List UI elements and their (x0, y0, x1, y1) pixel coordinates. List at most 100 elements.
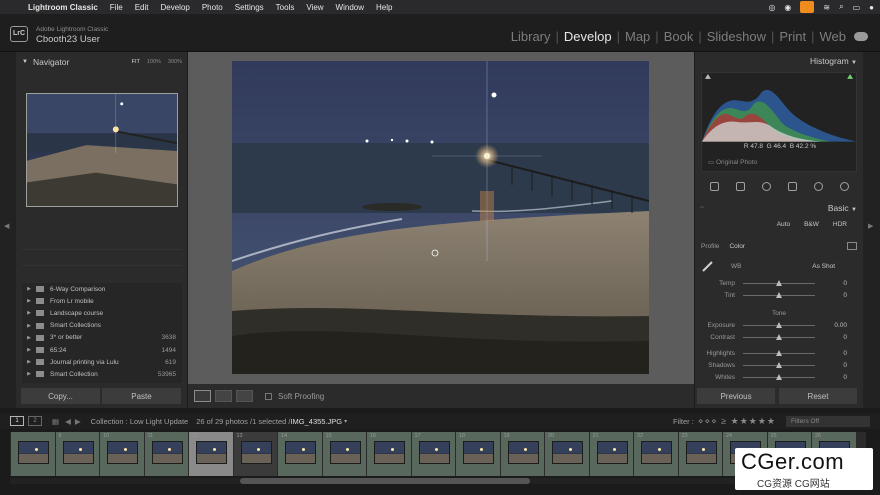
filmstrip-thumbnail[interactable] (240, 441, 272, 464)
navigator-preview[interactable] (26, 93, 178, 207)
menu-settings[interactable]: Settings (229, 3, 270, 12)
before-after-icon[interactable] (215, 390, 232, 402)
module-slideshow[interactable]: Slideshow (707, 29, 766, 44)
image-canvas[interactable] (188, 52, 694, 384)
loupe-view-icon[interactable] (194, 390, 211, 402)
zoom-100[interactable]: 100% (147, 59, 161, 65)
eyedropper-icon[interactable] (701, 259, 715, 273)
wb-select[interactable]: As Shot (812, 263, 835, 270)
bw-button[interactable]: B&W (804, 221, 819, 228)
filmstrip-cell[interactable]: 22 (633, 432, 678, 476)
reset-button[interactable]: Reset (779, 388, 857, 404)
menu-tools[interactable]: Tools (270, 3, 301, 12)
filmstrip-thumbnail[interactable] (596, 441, 628, 464)
tint-slider[interactable]: Tint 0 (701, 290, 857, 301)
filmstrip-thumbnail[interactable] (507, 441, 539, 464)
module-map[interactable]: Map (625, 29, 650, 44)
main-screen-button[interactable]: 1 (10, 416, 24, 426)
collection-row[interactable]: ▶ 6-Way Comparison (22, 283, 182, 295)
collection-row[interactable]: ▶ 3* or better 3638 (22, 332, 182, 344)
collection-row[interactable]: ▶ Smart Collections (22, 320, 182, 332)
module-print[interactable]: Print (779, 29, 806, 44)
scrollbar-thumb[interactable] (240, 478, 530, 484)
menu-view[interactable]: View (300, 3, 329, 12)
filmstrip-cell[interactable]: 12 (188, 432, 233, 476)
menu-file[interactable]: File (104, 3, 129, 12)
module-web[interactable]: Web (820, 29, 847, 44)
highlights-slider[interactable]: Highlights 0 (701, 348, 857, 359)
soft-proofing-checkbox[interactable] (265, 392, 272, 400)
filmstrip-thumbnail[interactable] (418, 441, 450, 464)
grid-view-icon[interactable]: ▦ (52, 417, 59, 426)
filmstrip-cell[interactable]: 17 (410, 432, 455, 476)
left-panel-toggle[interactable]: ◀ (0, 52, 16, 408)
paste-button[interactable]: Paste (102, 388, 181, 404)
filmstrip-cell[interactable]: 16 (366, 432, 411, 476)
profile-browser-icon[interactable] (847, 242, 857, 250)
zoom-300[interactable]: 300% (168, 59, 182, 65)
filmstrip-thumbnail[interactable] (62, 441, 94, 464)
filmstrip-cell[interactable]: 18 (455, 432, 500, 476)
hdr-button[interactable]: HDR (833, 221, 847, 228)
edit-sliders-icon[interactable] (709, 181, 719, 191)
auto-button[interactable]: Auto (777, 221, 790, 228)
masking-icon[interactable] (787, 181, 797, 191)
basic-panel-header[interactable]: ◦◦ Basic ▼ (695, 202, 863, 214)
menu-help[interactable]: Help (370, 3, 398, 12)
filmstrip-cell[interactable]: 19 (499, 432, 544, 476)
filmstrip-cell[interactable]: 20 (544, 432, 589, 476)
contrast-slider[interactable]: Contrast 0 (701, 332, 857, 343)
filmstrip-cell[interactable]: 14 (277, 432, 322, 476)
whites-slider[interactable]: Whites 0 (701, 372, 857, 383)
filmstrip-cell[interactable]: 10 (99, 432, 144, 476)
healing-icon[interactable] (761, 181, 771, 191)
filmstrip-cell[interactable] (10, 432, 55, 476)
filmstrip-thumbnail[interactable] (552, 441, 583, 464)
profile-select[interactable]: Color (729, 243, 745, 250)
menu-photo[interactable]: Photo (196, 3, 229, 12)
copy-button[interactable]: Copy... (21, 388, 100, 404)
filmstrip-cell[interactable]: 21 (588, 432, 633, 476)
filmstrip-cell[interactable]: 11 (143, 432, 188, 476)
search-icon[interactable]: ⌕ (839, 2, 843, 12)
filters-select[interactable]: Filters Off (786, 415, 870, 427)
filmstrip-thumbnail[interactable] (641, 441, 672, 464)
filmstrip-thumbnail[interactable] (196, 441, 227, 464)
filmstrip-thumbnail[interactable] (685, 441, 717, 464)
collection-row[interactable]: ▶ From Lr mobile (22, 295, 182, 307)
module-develop[interactable]: Develop (564, 29, 612, 44)
red-eye-icon[interactable] (813, 181, 823, 191)
module-book[interactable]: Book (664, 29, 694, 44)
wifi-icon[interactable]: ≋ (823, 3, 830, 12)
cloud-icon[interactable] (854, 32, 868, 41)
collection-path[interactable]: Collection : Low Light Update (91, 417, 189, 426)
menu-develop[interactable]: Develop (154, 3, 195, 12)
main-photo[interactable] (232, 61, 649, 374)
rating-filter[interactable]: ⋄⋄⋄ ≥ ★★★★★ (698, 416, 776, 427)
collection-row[interactable]: ▶ Smart Collection 53965 (22, 368, 182, 380)
exposure-slider[interactable]: Exposure 0.00 (701, 320, 857, 331)
menu-window[interactable]: Window (330, 3, 370, 12)
microphone-record-icon[interactable] (800, 1, 815, 13)
temp-slider[interactable]: Temp 0 (701, 278, 857, 289)
module-library[interactable]: Library (511, 29, 551, 44)
siri-icon[interactable]: ● (869, 3, 874, 12)
file-name[interactable]: IMG_4355.JPG (290, 417, 342, 426)
collection-row[interactable]: ▶ 65:24 1494 (22, 344, 182, 356)
menu-app-name[interactable]: Lightroom Classic (22, 3, 104, 12)
chevron-down-icon[interactable]: ▾ (344, 418, 347, 425)
yy-compare-icon[interactable] (236, 390, 253, 402)
filmstrip-cell[interactable]: 9 (54, 432, 99, 476)
crop-icon[interactable] (735, 181, 745, 191)
zoom-fit[interactable]: FIT (132, 59, 140, 65)
filmstrip-thumbnail[interactable] (374, 441, 405, 464)
histogram-header[interactable]: Histogram ▼ (810, 56, 857, 66)
collection-row[interactable]: ▶ Landscape course (22, 307, 182, 319)
second-screen-button[interactable]: 2 (28, 416, 42, 426)
filmstrip-cell[interactable]: 15 (321, 432, 366, 476)
filmstrip-thumbnail[interactable] (107, 441, 138, 464)
control-center-icon[interactable]: ▭ (853, 3, 861, 12)
navigator-header[interactable]: ▼ Navigator FIT 100% 300% (22, 56, 182, 68)
filmstrip-thumbnail[interactable] (18, 441, 49, 464)
creative-cloud-icon[interactable]: ◎ (768, 3, 775, 12)
